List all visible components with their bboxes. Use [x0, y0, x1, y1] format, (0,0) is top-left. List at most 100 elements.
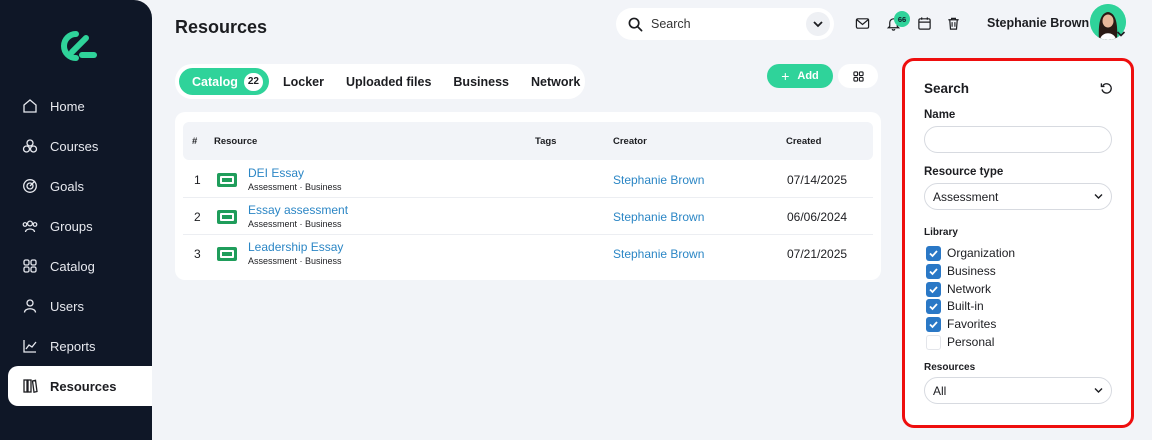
chevron-down-icon — [813, 20, 823, 27]
resources-label: Resources — [924, 362, 976, 373]
sidebar-item-label: Resources — [50, 378, 117, 394]
tab-catalog[interactable]: Catalog 22 — [179, 68, 269, 95]
sidebar: Home Courses Goals Groups Catalog Users … — [0, 0, 152, 440]
sidebar-item-label: Users — [50, 298, 84, 314]
checkbox-label: Personal — [947, 335, 995, 349]
checkbox-checked[interactable] — [926, 263, 941, 279]
user-name[interactable]: Stephanie Brown — [987, 16, 1089, 30]
column-header-resource[interactable]: Resource — [214, 136, 257, 147]
tab-network[interactable]: Network — [520, 68, 591, 95]
resource-subtitle: Assessment · Business — [248, 256, 342, 266]
column-header-tags[interactable]: Tags — [535, 136, 556, 147]
resources-value: All — [933, 383, 947, 398]
created-date: 07/14/2025 — [787, 173, 848, 187]
resource-type-label: Resource type — [924, 166, 1004, 178]
checkbox-unchecked[interactable] — [926, 334, 941, 350]
notification-badge: 66 — [894, 11, 910, 27]
sidebar-item-label: Home — [50, 98, 85, 114]
assessment-icon — [217, 173, 237, 187]
calendar-icon[interactable] — [917, 16, 933, 32]
table-row[interactable]: 1 DEI Essay Assessment · Business Stepha… — [183, 161, 873, 198]
resource-title-link[interactable]: Leadership Essay — [248, 240, 343, 254]
resources-icon — [22, 378, 38, 394]
chevron-down-icon — [1094, 388, 1103, 393]
library-checkbox-built-in[interactable]: Built-in — [926, 298, 984, 314]
reset-icon[interactable] — [1100, 82, 1113, 95]
mail-icon[interactable] — [855, 16, 871, 32]
tab-label: Catalog — [192, 74, 238, 89]
brand-logo[interactable] — [54, 30, 98, 62]
library-checkbox-organization[interactable]: Organization — [926, 245, 1015, 261]
groups-icon — [22, 218, 38, 234]
row-number: 3 — [194, 247, 201, 261]
tab-business[interactable]: Business — [442, 68, 520, 95]
name-field[interactable] — [924, 126, 1112, 153]
sidebar-item-label: Catalog — [50, 258, 95, 274]
created-date: 06/06/2024 — [787, 210, 848, 224]
check-icon — [929, 267, 938, 275]
resource-subtitle: Assessment · Business — [248, 182, 342, 192]
column-header-creator[interactable]: Creator — [613, 136, 647, 147]
catalog-icon — [22, 258, 38, 274]
sidebar-item-users[interactable]: Users — [0, 286, 152, 326]
sidebar-item-label: Goals — [50, 178, 84, 194]
creator-link[interactable]: Stephanie Brown — [613, 247, 704, 261]
table-header: # Resource Tags Creator Created — [183, 122, 873, 160]
checkbox-label: Favorites — [947, 317, 997, 331]
check-icon — [929, 249, 938, 257]
search-scope-dropdown[interactable] — [806, 12, 830, 36]
tab-uploaded-files[interactable]: Uploaded files — [335, 68, 442, 95]
resource-type-select[interactable]: Assessment — [924, 183, 1112, 210]
column-header-created[interactable]: Created — [786, 136, 821, 147]
tab-count-badge: 22 — [243, 72, 263, 91]
table-row[interactable]: 3 Leadership Essay Assessment · Business… — [183, 235, 873, 272]
checkbox-checked[interactable] — [926, 245, 941, 261]
table-row[interactable]: 2 Essay assessment Assessment · Business… — [183, 198, 873, 235]
sidebar-item-home[interactable]: Home — [0, 86, 152, 126]
sidebar-item-label: Courses — [50, 138, 99, 154]
add-button[interactable]: + Add — [767, 64, 833, 88]
sidebar-item-goals[interactable]: Goals — [0, 166, 152, 206]
sidebar-item-groups[interactable]: Groups — [0, 206, 152, 246]
checkbox-label: Business — [947, 264, 996, 278]
library-checkbox-personal[interactable]: Personal — [926, 334, 994, 350]
chevron-down-icon[interactable] — [1116, 30, 1126, 38]
row-number: 1 — [194, 173, 201, 187]
resource-subtitle: Assessment · Business — [248, 219, 342, 229]
resources-table: # Resource Tags Creator Created 1 DEI Es… — [175, 112, 881, 280]
goals-icon — [22, 178, 38, 194]
search-input[interactable] — [651, 17, 791, 31]
sidebar-item-catalog[interactable]: Catalog — [0, 246, 152, 286]
tab-locker[interactable]: Locker — [272, 68, 335, 95]
library-label: Library — [924, 227, 958, 238]
library-checkbox-business[interactable]: Business — [926, 263, 996, 279]
resources-select[interactable]: All — [924, 377, 1112, 404]
sidebar-item-reports[interactable]: Reports — [0, 326, 152, 366]
sidebar-item-courses[interactable]: Courses — [0, 126, 152, 166]
checkbox-checked[interactable] — [926, 281, 941, 297]
library-checkbox-favorites[interactable]: Favorites — [926, 316, 996, 332]
sidebar-item-resources[interactable]: Resources — [8, 366, 152, 406]
assessment-icon — [217, 247, 237, 261]
trash-icon[interactable] — [946, 16, 962, 32]
row-number: 2 — [194, 210, 201, 224]
search-icon — [628, 17, 643, 31]
creator-link[interactable]: Stephanie Brown — [613, 210, 704, 224]
sidebar-item-label: Groups — [50, 218, 93, 234]
creator-link[interactable]: Stephanie Brown — [613, 173, 704, 187]
check-icon — [929, 320, 938, 328]
add-button-label: Add — [797, 70, 819, 82]
grid-view-button[interactable] — [838, 64, 878, 88]
resource-title-link[interactable]: Essay assessment — [248, 203, 348, 217]
checkbox-checked[interactable] — [926, 316, 941, 332]
plus-icon: + — [781, 68, 790, 84]
resource-title-link[interactable]: DEI Essay — [248, 166, 304, 180]
sidebar-nav: Home Courses Goals Groups Catalog Users … — [0, 86, 152, 406]
resource-tabs: Catalog 22 Locker Uploaded files Busines… — [175, 64, 585, 99]
resource-type-value: Assessment — [933, 189, 999, 204]
checkbox-label: Organization — [947, 246, 1016, 260]
page-title: Resources — [175, 17, 268, 37]
checkbox-checked[interactable] — [926, 298, 941, 314]
library-checkbox-network[interactable]: Network — [926, 281, 991, 297]
search-filter-panel: Search Name Resource type Assessment Lib… — [902, 58, 1134, 428]
